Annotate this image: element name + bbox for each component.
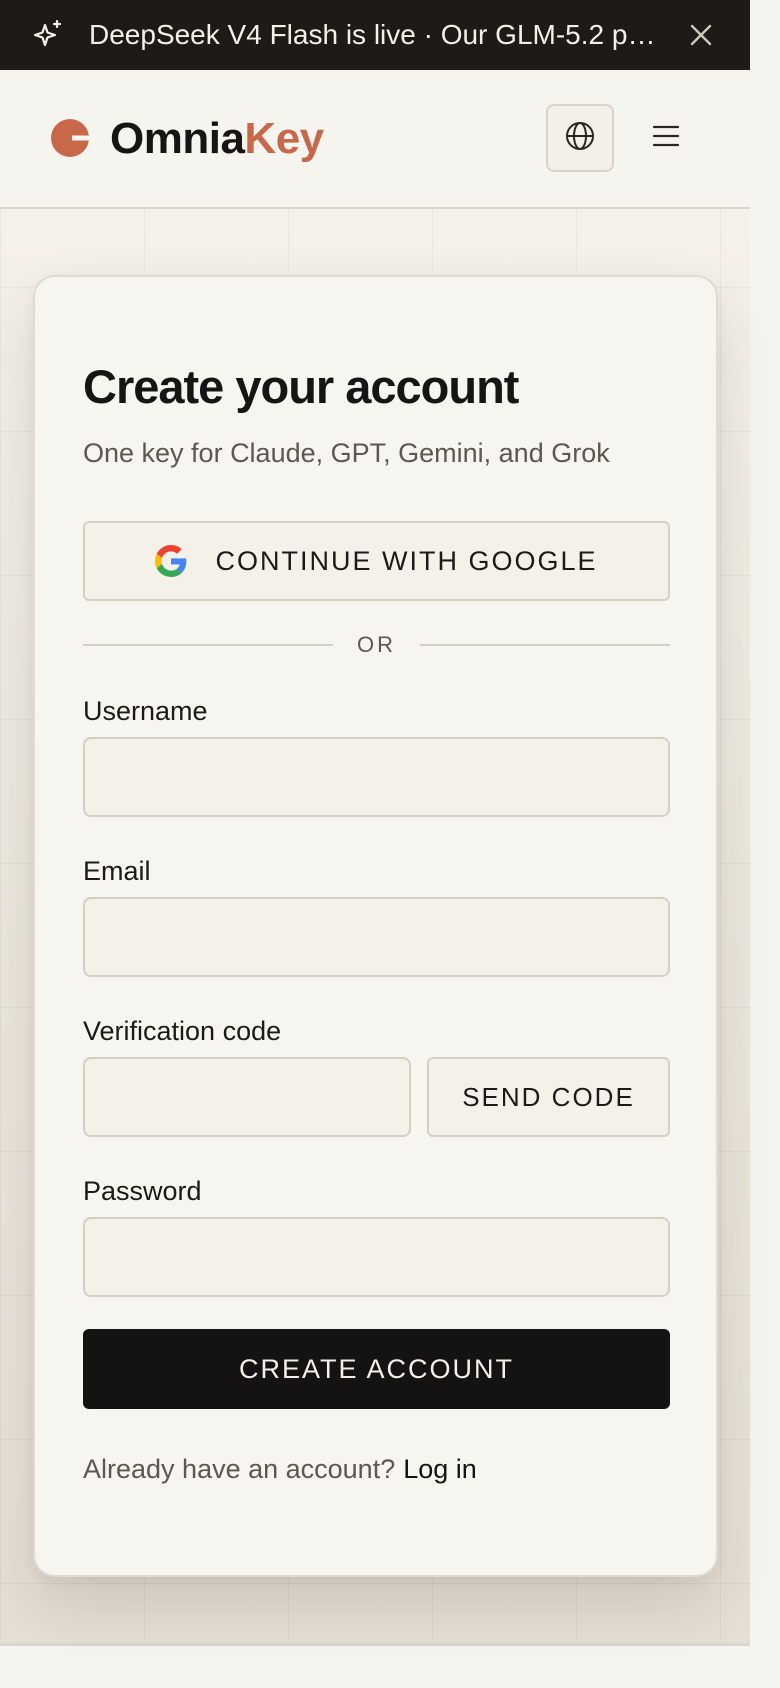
email-label: Email [83,856,151,886]
language-button[interactable] [546,104,614,172]
footer-area [0,1646,780,1688]
menu-button[interactable] [646,118,686,158]
divider-line-right [420,644,670,646]
verification-code-label: Verification code [83,1016,282,1046]
hamburger-menu-icon [652,125,680,152]
page-title: Create your account [83,360,519,413]
or-divider: OR [83,627,670,663]
username-field[interactable] [83,737,670,817]
sparkle-icon [32,19,64,51]
logo-wordmark[interactable]: OmniaKey [110,110,324,168]
site-header: OmniaKey [0,70,750,209]
password-field[interactable] [83,1217,670,1297]
logo-text-key: Key [244,114,324,163]
continue-with-google-button[interactable]: CONTINUE WITH GOOGLE [83,521,670,601]
signup-card: Create your account One key for Claude, … [33,275,718,1577]
google-button-label: CONTINUE WITH GOOGLE [215,545,598,576]
login-prompt-row: Already have an account? Log in [83,1451,477,1487]
google-icon [155,545,187,577]
globe-icon [564,120,596,157]
login-link[interactable]: Log in [403,1454,477,1484]
send-code-button[interactable]: SEND CODE [427,1057,670,1137]
logo-text-omnia: Omnia [110,114,245,163]
login-prompt-text: Already have an account? [83,1454,396,1484]
page-subtitle: One key for Claude, GPT, Gemini, and Gro… [83,438,610,468]
banner-message[interactable]: DeepSeek V4 Flash is live · Our GLM-5.2 … [89,0,659,70]
logo-icon[interactable] [50,118,92,158]
verification-code-field[interactable] [83,1057,411,1137]
username-label: Username [83,696,208,726]
announcement-banner: DeepSeek V4 Flash is live · Our GLM-5.2 … [0,0,750,70]
create-account-button[interactable]: CREATE ACCOUNT [83,1329,670,1409]
or-text: OR [357,632,396,657]
password-label: Password [83,1176,202,1206]
divider-line-left [83,644,333,646]
email-field[interactable] [83,897,670,977]
close-icon[interactable] [688,22,714,48]
